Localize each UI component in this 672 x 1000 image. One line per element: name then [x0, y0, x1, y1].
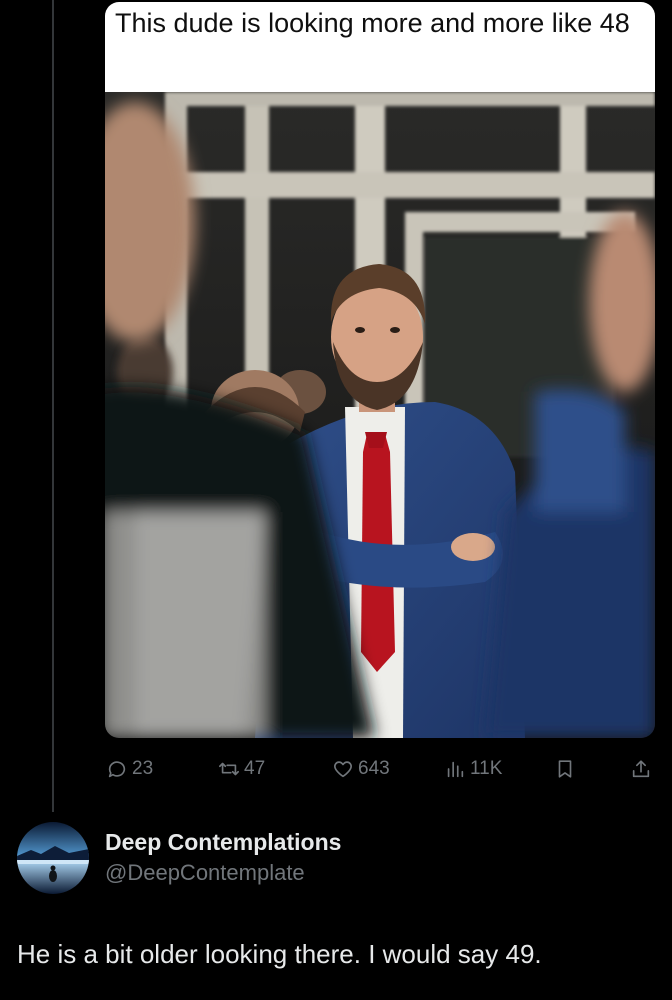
repost-icon	[217, 757, 241, 781]
share-icon	[629, 757, 653, 781]
reply-count: 23	[132, 758, 154, 779]
thread-connector-line	[52, 0, 54, 812]
like-count: 643	[358, 758, 390, 779]
views-button[interactable]: 11K	[443, 756, 502, 782]
reply-author-name[interactable]: Deep Contemplations	[105, 829, 341, 856]
views-icon	[443, 757, 467, 781]
views-count: 11K	[470, 758, 503, 779]
reply-text: He is a bit older looking there. I would…	[17, 939, 542, 969]
avatar[interactable]	[17, 822, 89, 894]
reply-author-handle[interactable]: @DeepContemplate	[105, 860, 305, 886]
meme-caption: This dude is looking more and more like …	[105, 2, 655, 92]
bookmark-button[interactable]	[553, 756, 580, 782]
like-button[interactable]: 643	[331, 756, 390, 782]
post-action-bar: 23 47 643 11K	[105, 756, 660, 782]
reply-button[interactable]: 23	[105, 756, 153, 782]
heart-icon	[331, 757, 355, 781]
reply-icon	[105, 757, 129, 781]
bookmark-icon	[553, 757, 577, 781]
meme-photo	[105, 92, 655, 738]
repost-button[interactable]: 47	[217, 756, 265, 782]
share-button[interactable]	[629, 756, 656, 782]
post-media[interactable]: This dude is looking more and more like …	[105, 2, 655, 738]
repost-count: 47	[244, 758, 266, 779]
